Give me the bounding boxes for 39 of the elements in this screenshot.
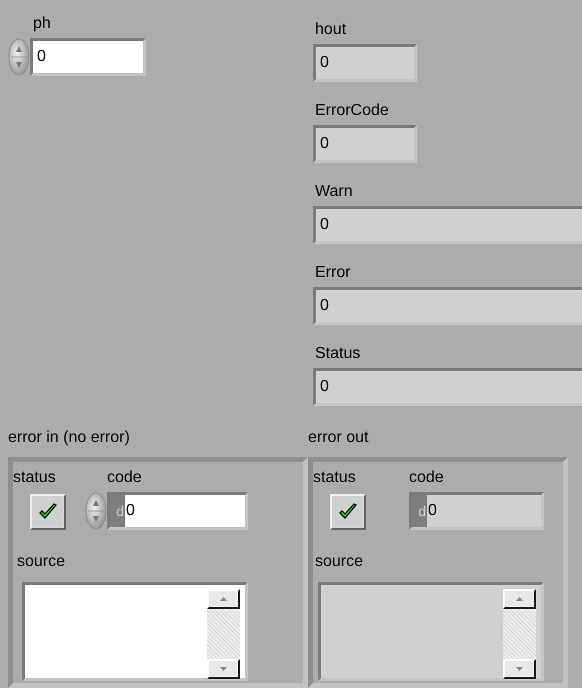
code-value: 0 [125,501,135,521]
increment-decrement-button[interactable] [85,492,107,530]
down-arrow-icon [516,667,523,671]
scroll-up-button[interactable] [207,589,240,609]
field-label: ph [33,14,52,34]
source-label: source [17,552,66,572]
cluster-label: error in (no error) [8,428,131,448]
status-label: status [13,468,56,488]
increment-decrement-button[interactable] [8,38,30,76]
down-arrow-icon [220,667,227,671]
code-label: code [409,468,445,488]
status-label: status [313,468,356,488]
field-label: ErrorCode [315,101,390,121]
radix-indicator: d [110,495,125,527]
field-label: hout [315,20,348,40]
field-label: Error [315,263,352,283]
up-arrow-icon [516,597,523,601]
scrollbar[interactable] [503,589,536,679]
up-arrow-icon [220,597,227,601]
scrollbar[interactable] [207,589,240,679]
number-display: 0 [313,368,582,406]
number-display: 0 [313,125,417,163]
code-label: code [107,468,143,488]
scroll-down-button[interactable] [503,659,536,679]
code-value: 0 [427,501,437,521]
source-text-field[interactable] [22,582,248,681]
source-label: source [315,552,364,572]
scroll-up-button[interactable] [503,589,536,609]
scroll-down-button[interactable] [207,659,240,679]
field-label: Warn [315,182,354,202]
field-label: Status [315,344,362,364]
code-field[interactable]: d 0 [107,492,248,530]
number-field[interactable]: 0 [30,38,146,76]
number-display: 0 [313,287,582,325]
radix-indicator: d [412,495,427,527]
status-checkbox[interactable] [30,494,66,530]
number-display: 0 [313,44,417,82]
number-display: 0 [313,206,582,244]
cluster-label: error out [308,428,370,448]
